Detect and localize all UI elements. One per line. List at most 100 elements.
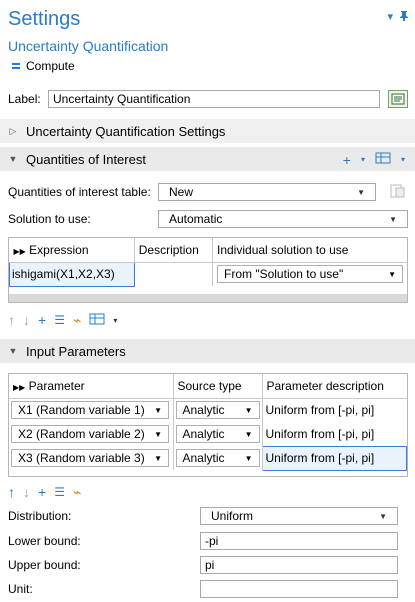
description-cell[interactable]: Uniform from [-pi, pi] bbox=[261, 445, 407, 471]
description-cell[interactable] bbox=[134, 262, 214, 286]
delete-icon[interactable]: ☰ bbox=[54, 313, 65, 327]
input-parameters-table: ▶▶ Parameter Source type Parameter descr… bbox=[8, 373, 408, 477]
broom-icon[interactable]: ⌁ bbox=[73, 484, 81, 501]
distribution-select[interactable]: Uniform ▼ bbox=[200, 507, 398, 525]
parameter-cell[interactable]: X1 (Random variable 1) ▼ bbox=[9, 398, 174, 422]
table-row[interactable]: X3 (Random variable 3) ▼ Analytic ▼ Unifor… bbox=[9, 445, 407, 471]
select-value: Uniform bbox=[211, 509, 254, 523]
chevron-down-icon[interactable]: ▾ bbox=[113, 316, 117, 325]
select-value: Automatic bbox=[169, 212, 223, 226]
expand-icon: ▷ bbox=[9, 125, 17, 136]
qoi-table: ▶▶ Expression Description Individual sol… bbox=[8, 237, 408, 303]
input-toolbar: ↑ ↓ + ☰ ⌁ bbox=[8, 482, 81, 502]
source-select[interactable]: Analytic ▼ bbox=[175, 401, 260, 420]
distribution-row: Distribution: Uniform ▼ bbox=[8, 506, 410, 526]
label-caption: Label: bbox=[8, 92, 41, 106]
section-tools: + ▾ ▾ bbox=[343, 151, 405, 168]
section-title: Input Parameters bbox=[26, 343, 126, 359]
lower-bound-label: Lower bound: bbox=[8, 534, 81, 548]
section-uq-settings[interactable]: ▷ Uncertainty Quantification Settings bbox=[0, 119, 415, 143]
parameter-cell[interactable]: X3 (Random variable 3) ▼ bbox=[9, 446, 174, 470]
parameter-cell[interactable]: X2 (Random variable 2) ▼ bbox=[9, 422, 174, 446]
unit-label: Unit: bbox=[8, 582, 33, 596]
collapse-icon: ▼ bbox=[8, 346, 18, 356]
source-cell[interactable]: Analytic ▼ bbox=[173, 398, 263, 422]
table-icon[interactable] bbox=[89, 312, 105, 329]
arrow-up-icon[interactable]: ↑ bbox=[8, 312, 15, 328]
compute-button[interactable]: Compute bbox=[12, 58, 75, 74]
solution-label: Solution to use: bbox=[8, 212, 91, 226]
table-icon[interactable] bbox=[375, 151, 391, 168]
arrow-up-icon[interactable]: ↑ bbox=[8, 484, 15, 500]
section-input-parameters[interactable]: ▼ Input Parameters bbox=[0, 339, 415, 363]
column-header-solution[interactable]: Individual solution to use bbox=[212, 238, 407, 263]
section-title: Uncertainty Quantification Settings bbox=[26, 123, 226, 139]
broom-icon[interactable]: ⌁ bbox=[73, 312, 81, 329]
description-cell[interactable]: Uniform from [-pi, pi] bbox=[262, 398, 407, 422]
chevron-down-icon: ▼ bbox=[357, 187, 365, 197]
lower-bound-input[interactable]: -pi bbox=[200, 532, 398, 550]
header-icons: ▾ bbox=[387, 10, 409, 24]
qoi-table-label: Quantities of interest table: bbox=[8, 185, 151, 199]
label-settings-button[interactable] bbox=[388, 90, 408, 108]
upper-bound-row: Upper bound: pi bbox=[8, 555, 410, 575]
chevron-down-icon[interactable]: ▾ bbox=[401, 155, 405, 164]
plus-icon[interactable]: + bbox=[38, 484, 46, 500]
parameter-select[interactable]: X2 (Random variable 2) ▼ bbox=[11, 425, 169, 443]
solution-row: Solution to use: Automatic ▼ bbox=[8, 209, 410, 229]
solution-select[interactable]: From "Solution to use" ▼ bbox=[217, 265, 403, 284]
arrow-down-icon[interactable]: ↓ bbox=[23, 312, 30, 328]
compute-label: Compute bbox=[26, 59, 75, 73]
qoi-table-row: Quantities of interest table: New ▼ bbox=[8, 182, 410, 202]
collapse-icon: ▼ bbox=[8, 154, 18, 164]
table-settings-icon[interactable] bbox=[390, 184, 406, 201]
page-title: Settings bbox=[8, 8, 81, 30]
arrow-down-icon[interactable]: ▾ bbox=[387, 10, 393, 24]
expression-cell[interactable]: ishigami(X1,X2,X3) bbox=[9, 261, 135, 287]
solution-select[interactable]: Automatic ▼ bbox=[158, 210, 408, 228]
source-cell[interactable]: Analytic ▼ bbox=[173, 422, 263, 446]
label-input[interactable]: Uncertainty Quantification bbox=[48, 90, 380, 108]
select-value: From "Solution to use" bbox=[224, 267, 344, 282]
section-quantities-of-interest[interactable]: ▼ Quantities of Interest + ▾ ▾ bbox=[0, 147, 415, 171]
delete-icon[interactable]: ☰ bbox=[54, 485, 65, 499]
pin-icon[interactable] bbox=[399, 10, 409, 24]
column-header-parameter[interactable]: ▶▶ Parameter bbox=[9, 374, 174, 399]
unit-input[interactable] bbox=[200, 580, 398, 598]
table-row[interactable]: ishigami(X1,X2,X3) From "Solution to use… bbox=[9, 261, 408, 287]
table-row[interactable]: X1 (Random variable 1) ▼ Analytic ▼ Unifor… bbox=[9, 398, 407, 422]
column-header-description[interactable]: Description bbox=[134, 238, 214, 263]
table-row[interactable]: X2 (Random variable 2) ▼ Analytic ▼ Unifor… bbox=[9, 422, 407, 446]
chevron-down-icon: ▼ bbox=[379, 511, 387, 521]
column-header-expression[interactable]: ▶▶ Expression bbox=[9, 238, 135, 263]
chevron-down-icon: ▼ bbox=[388, 269, 396, 279]
table-filler bbox=[9, 294, 407, 302]
column-header-description[interactable]: Parameter description bbox=[262, 374, 407, 399]
chevron-down-icon: ▼ bbox=[389, 214, 397, 224]
source-select[interactable]: Analytic ▼ bbox=[175, 449, 260, 467]
upper-bound-input[interactable]: pi bbox=[200, 556, 398, 574]
node-subtitle: Uncertainty Quantification bbox=[8, 38, 169, 54]
arrow-down-icon[interactable]: ↓ bbox=[23, 484, 30, 500]
description-cell[interactable]: Uniform from [-pi, pi] bbox=[262, 422, 407, 446]
distribution-label: Distribution: bbox=[8, 509, 72, 523]
upper-bound-label: Upper bound: bbox=[8, 558, 81, 572]
label-row: Label: Uncertainty Quantification bbox=[8, 89, 410, 109]
parameter-select[interactable]: X3 (Random variable 3) ▼ bbox=[11, 449, 169, 467]
compute-icon bbox=[12, 63, 20, 69]
source-select[interactable]: Analytic ▼ bbox=[175, 425, 260, 443]
note-icon bbox=[391, 93, 405, 105]
solution-cell[interactable]: From "Solution to use" ▼ bbox=[213, 262, 408, 286]
unit-row: Unit: bbox=[8, 579, 410, 599]
plus-icon[interactable]: + bbox=[343, 152, 351, 168]
lower-bound-row: Lower bound: -pi bbox=[8, 531, 410, 551]
source-cell[interactable]: Analytic ▼ bbox=[173, 446, 263, 470]
qoi-table-select[interactable]: New ▼ bbox=[158, 183, 376, 201]
select-value: New bbox=[169, 185, 194, 199]
column-header-source[interactable]: Source type bbox=[173, 374, 263, 399]
chevron-down-icon[interactable]: ▾ bbox=[361, 155, 365, 164]
parameter-select[interactable]: X1 (Random variable 1) ▼ bbox=[11, 401, 169, 420]
qoi-toolbar: ↑ ↓ + ☰ ⌁ ▾ bbox=[8, 310, 117, 330]
plus-icon[interactable]: + bbox=[38, 312, 46, 328]
section-title: Quantities of Interest bbox=[26, 151, 146, 167]
